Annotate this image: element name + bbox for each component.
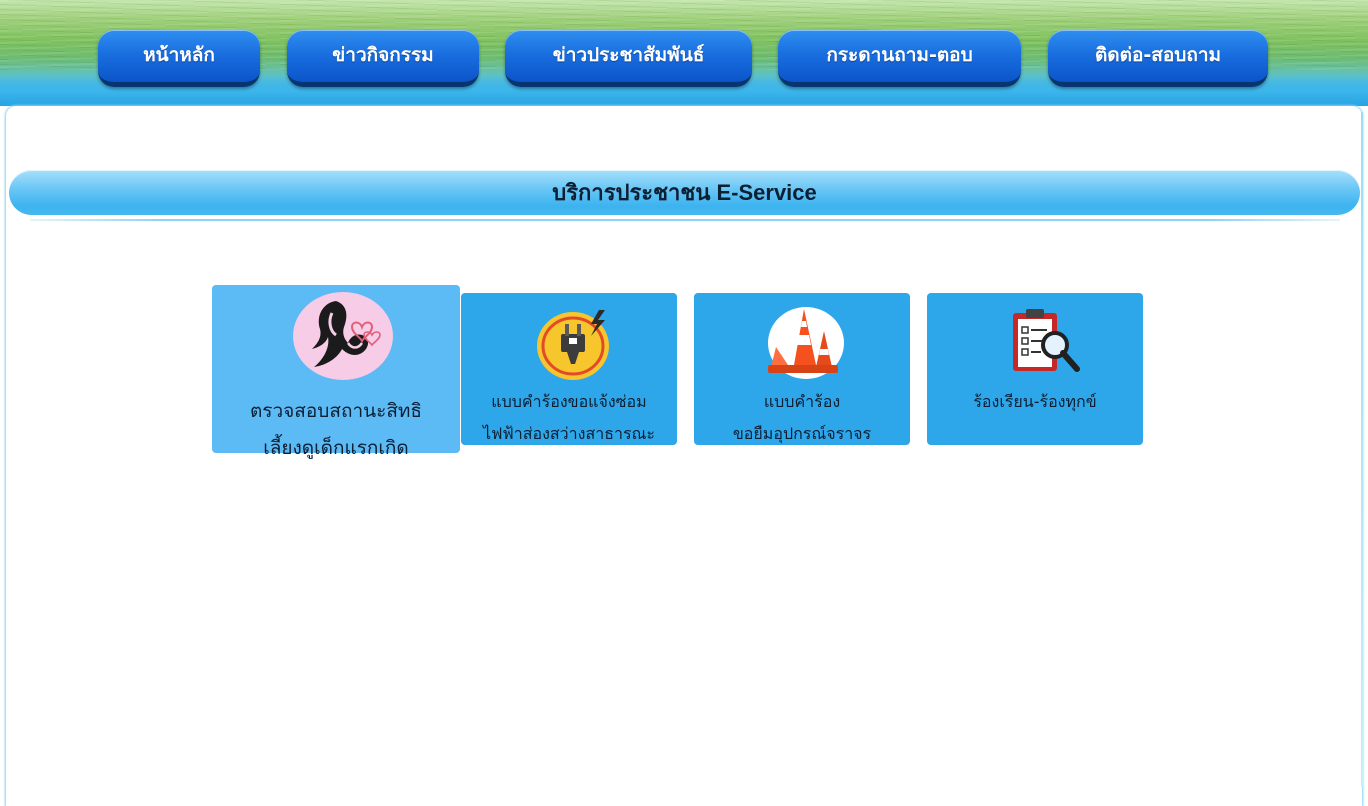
- service-card-label-line2: ขอยืมอุปกรณ์จราจร: [732, 424, 872, 443]
- service-card-label-line1: ร้องเรียน-ร้องทุกข์: [973, 392, 1097, 411]
- section-title: บริการประชาชน E-Service: [552, 180, 817, 205]
- nav-qa-board-button[interactable]: กระดานถาม-ตอบ: [778, 30, 1021, 87]
- site-header: หน้าหลัก ข่าวกิจกรรม ข่าวประชาสัมพันธ์ ก…: [0, 0, 1368, 106]
- nav-contact-button[interactable]: ติดต่อ-สอบถาม: [1048, 30, 1268, 87]
- nav-home-button[interactable]: หน้าหลัก: [98, 30, 260, 87]
- clipboard-search-icon: [1013, 309, 1080, 372]
- panel-right-border: [1361, 112, 1363, 787]
- traffic-cone-icon: [768, 307, 844, 379]
- electric-plug-icon: [537, 310, 609, 380]
- service-card-label-line1: แบบคำร้อง: [763, 392, 841, 411]
- nav-activities-button[interactable]: ข่าวกิจกรรม: [287, 30, 479, 87]
- service-card-streetlight-repair[interactable]: แบบคำร้องขอแจ้งซ่อม ไฟฟ้าส่องสว่างสาธารณ…: [461, 293, 677, 445]
- service-card-newborn-rights[interactable]: ตรวจสอบสถานะสิทธิ เลี้ยงดูเด็กแรกเกิด: [212, 285, 460, 459]
- service-card-label-line2: ไฟฟ้าส่องสว่างสาธารณะ: [483, 424, 655, 443]
- service-card-traffic-equipment[interactable]: แบบคำร้อง ขอยืมอุปกรณ์จราจร: [694, 293, 910, 445]
- section-divider: [30, 219, 1340, 221]
- service-card-complaints[interactable]: ร้องเรียน-ร้องทุกข์: [927, 293, 1143, 445]
- service-card-label-line2: เลี้ยงดูเด็กแรกเกิด: [263, 437, 409, 459]
- eservice-section-header: บริการประชาชน E-Service: [9, 170, 1360, 215]
- mother-baby-icon: [293, 292, 393, 380]
- nav-news-button[interactable]: ข่าวประชาสัมพันธ์: [505, 30, 752, 87]
- service-card-label-line1: แบบคำร้องขอแจ้งซ่อม: [491, 392, 647, 411]
- service-card-label-line1: ตรวจสอบสถานะสิทธิ: [249, 400, 423, 422]
